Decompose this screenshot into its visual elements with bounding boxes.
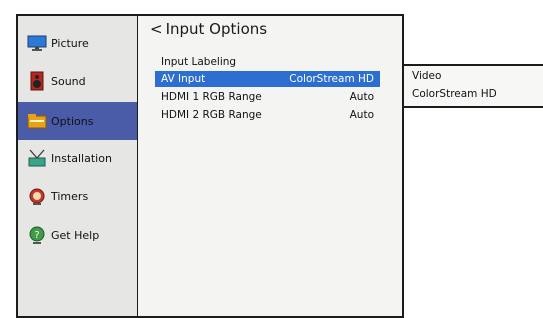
sidebar-item-label: Get Help <box>51 228 100 242</box>
setting-row-input-labeling[interactable]: Input Labeling <box>155 54 380 70</box>
av-input-options-popup: Video ColorStream HD <box>402 64 543 108</box>
sidebar-item-get-help[interactable]: ? Get Help <box>18 216 137 254</box>
monitor-icon <box>27 35 47 51</box>
sidebar-item-installation[interactable]: Installation <box>18 139 137 177</box>
setting-label: HDMI 2 RGB Range <box>161 109 262 121</box>
setting-value: Auto <box>349 109 374 121</box>
sidebar-item-picture[interactable]: Picture <box>18 24 137 62</box>
sidebar-item-sound[interactable]: Sound <box>18 62 137 100</box>
svg-text:?: ? <box>34 230 39 241</box>
help-globe-icon: ? <box>29 226 45 244</box>
setting-label: HDMI 1 RGB Range <box>161 91 262 103</box>
back-chevron-icon[interactable]: < <box>150 20 163 38</box>
sidebar-item-timers[interactable]: Timers <box>18 177 137 215</box>
speaker-icon <box>30 71 44 91</box>
sidebar-item-label: Installation <box>51 151 112 165</box>
sidebar-item-label: Sound <box>51 74 86 88</box>
setting-value: Auto <box>349 91 374 103</box>
setting-label: Input Labeling <box>161 56 237 68</box>
sidebar: Picture Sound Options Installation Timer… <box>18 16 137 316</box>
setting-row-hdmi1-rgb-range[interactable]: HDMI 1 RGB Range Auto <box>155 89 380 105</box>
setting-row-hdmi2-rgb-range[interactable]: HDMI 2 RGB Range Auto <box>155 107 380 123</box>
sidebar-item-options[interactable]: Options <box>18 102 137 140</box>
sidebar-item-label: Options <box>51 114 94 128</box>
antenna-icon <box>28 149 46 167</box>
setting-row-av-input[interactable]: AV Input ColorStream HD <box>155 71 380 87</box>
alarm-clock-icon <box>29 188 45 205</box>
popup-option-colorstream-hd[interactable]: ColorStream HD <box>412 88 497 100</box>
setting-value: ColorStream HD <box>289 73 374 85</box>
page-title: < Input Options <box>150 20 267 38</box>
popup-option-video[interactable]: Video <box>412 70 441 82</box>
sidebar-item-label: Picture <box>51 36 89 50</box>
folder-icon <box>27 114 47 129</box>
setting-label: AV Input <box>161 73 206 85</box>
sidebar-item-label: Timers <box>51 189 89 203</box>
page-title-text: Input Options <box>165 20 268 38</box>
